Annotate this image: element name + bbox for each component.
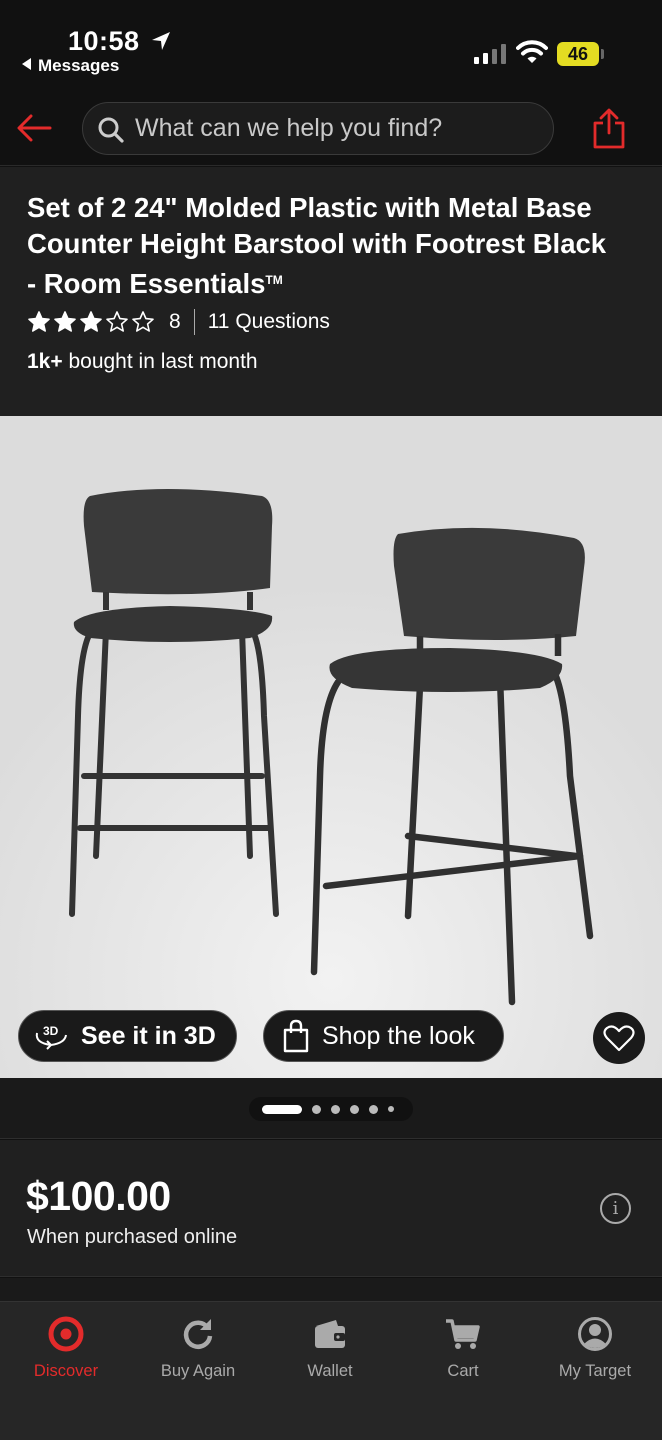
back-app-label: Messages bbox=[38, 56, 120, 75]
tab-cart-label: Cart bbox=[447, 1362, 479, 1380]
product-title: Set of 2 24" Molded Plastic with Metal B… bbox=[27, 190, 607, 302]
pagination-dot[interactable] bbox=[312, 1104, 321, 1114]
back-to-messages-link[interactable]: Messages bbox=[22, 56, 119, 76]
tab-buy-again-label: Buy Again bbox=[160, 1362, 236, 1380]
pagination-dot[interactable] bbox=[369, 1104, 378, 1114]
shop-the-look-label: Shop the look bbox=[322, 1021, 475, 1050]
location-arrow-icon bbox=[152, 32, 170, 50]
star-empty-icon bbox=[132, 311, 154, 332]
price-amount: $100.00 bbox=[26, 1173, 171, 1219]
star-filled-icon bbox=[54, 311, 76, 332]
search-input[interactable] bbox=[135, 103, 535, 154]
back-arrow-icon[interactable] bbox=[14, 112, 54, 144]
right-stool-back bbox=[393, 527, 585, 640]
pagination-dot[interactable] bbox=[350, 1104, 359, 1114]
svg-text:3D: 3D bbox=[43, 1024, 59, 1038]
price-section: $100.00 When purchased online i bbox=[0, 1140, 662, 1277]
account-icon bbox=[578, 1317, 612, 1351]
right-stool-seat bbox=[329, 648, 563, 692]
shop-the-look-button[interactable]: Shop the look bbox=[263, 1010, 504, 1062]
share-icon[interactable] bbox=[592, 107, 626, 149]
gallery-pagination[interactable] bbox=[249, 1097, 413, 1121]
search-bar[interactable] bbox=[82, 102, 554, 155]
rating-divider bbox=[193, 309, 195, 335]
tab-buy-again[interactable]: Buy Again bbox=[132, 1316, 264, 1381]
tab-my-target-label: My Target bbox=[558, 1362, 632, 1380]
gallery-pagination-row bbox=[0, 1078, 662, 1139]
pagination-dot-active[interactable] bbox=[262, 1104, 302, 1114]
product-info: Set of 2 24" Molded Plastic with Metal B… bbox=[0, 167, 662, 416]
rating-row[interactable]: 8 11 Questions bbox=[27, 307, 330, 337]
questions-link[interactable]: 11 Questions bbox=[208, 310, 330, 334]
see-in-3d-label: See it in 3D bbox=[81, 1021, 216, 1050]
bought-text: bought in last month bbox=[62, 350, 258, 373]
review-count[interactable]: 8 bbox=[169, 310, 181, 334]
pagination-dot[interactable] bbox=[388, 1106, 394, 1112]
wifi-icon bbox=[516, 40, 548, 63]
tab-discover[interactable]: Discover bbox=[0, 1316, 132, 1381]
price-note: When purchased online bbox=[27, 1226, 238, 1248]
back-triangle-icon bbox=[22, 58, 31, 70]
tab-wallet-label: Wallet bbox=[307, 1362, 353, 1380]
refresh-icon bbox=[183, 1319, 213, 1349]
star-filled-icon bbox=[28, 311, 50, 332]
top-nav bbox=[0, 90, 662, 166]
rating-stars bbox=[27, 310, 155, 334]
search-icon bbox=[98, 117, 124, 143]
bought-count: 1k+ bbox=[27, 350, 63, 373]
tab-cart[interactable]: Cart bbox=[397, 1316, 529, 1381]
product-photo bbox=[0, 416, 662, 1078]
see-in-3d-button[interactable]: 3D See it in 3D bbox=[18, 1010, 237, 1062]
bottom-tab-bar: Discover Buy Again Wallet Cart My Target bbox=[0, 1301, 662, 1440]
bought-last-month: 1k+ bought in last month bbox=[27, 350, 258, 374]
battery-nub bbox=[601, 49, 604, 59]
product-title-text: Set of 2 24" Molded Plastic with Metal B… bbox=[27, 192, 607, 299]
favorite-button[interactable] bbox=[593, 1012, 645, 1064]
status-time: 10:58 bbox=[68, 26, 140, 56]
trademark-mark: TM bbox=[265, 273, 283, 287]
heart-icon bbox=[603, 1025, 635, 1052]
tab-my-target[interactable]: My Target bbox=[529, 1316, 661, 1381]
tab-wallet[interactable]: Wallet bbox=[264, 1316, 396, 1381]
cell-signal-icon bbox=[474, 44, 506, 64]
left-stool-back bbox=[83, 489, 273, 595]
wallet-icon bbox=[315, 1320, 345, 1348]
star-filled-icon bbox=[80, 311, 102, 332]
pagination-dot[interactable] bbox=[331, 1104, 340, 1114]
price-info-icon[interactable]: i bbox=[600, 1193, 631, 1224]
battery-indicator: 46 bbox=[557, 42, 599, 66]
shopping-bag-icon bbox=[283, 1019, 309, 1053]
star-empty-icon bbox=[106, 311, 128, 332]
section-gap bbox=[0, 1278, 662, 1301]
cart-icon bbox=[446, 1319, 480, 1349]
bullseye-icon bbox=[48, 1316, 84, 1352]
product-image-gallery[interactable]: 3D See it in 3D Shop the look bbox=[0, 416, 662, 1078]
tab-discover-label: Discover bbox=[33, 1362, 99, 1380]
status-bar: 10:58 Messages 46 bbox=[0, 0, 662, 90]
3d-view-icon: 3D bbox=[35, 1024, 67, 1050]
